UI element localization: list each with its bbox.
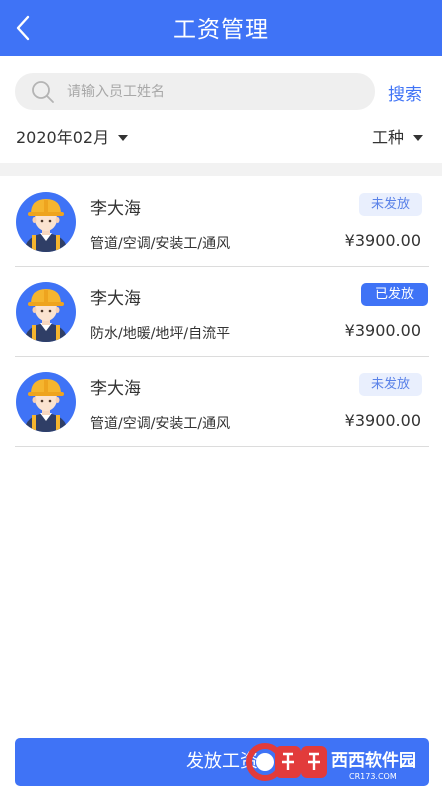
month-selector[interactable]: 2020年02月 [16,124,129,148]
trade-type-selector-label: 工种 [371,128,404,147]
status-badge: 已发放 [360,283,428,306]
worker-trades: 管道/空调/安装工/通风 [90,236,231,252]
pay-salary-button[interactable]: 发放工资 [15,738,429,786]
worker-row[interactable]: 李大海 防水/地暖/地坪/自流平 已发放 ¥3900.00 [15,267,429,357]
search-input[interactable] [67,73,357,110]
month-selector-label: 2020年02月 [16,128,110,147]
caret-down-icon [413,134,423,141]
salary-amount: ¥3900.00 [344,231,421,250]
worker-list: 李大海 管道/空调/安装工/通风 未发放 ¥3900.00 李大海 防水/地暖/… [15,177,429,447]
worker-avatar-icon [16,192,76,252]
worker-trades: 防水/地暖/地坪/自流平 [90,326,231,342]
status-badge: 未发放 [358,193,422,216]
status-badge: 未发放 [358,373,422,396]
top-app-bar: 工资管理 [0,0,442,56]
worker-trades: 管道/空调/安装工/通风 [90,416,231,432]
search-button[interactable]: 搜索 [388,80,422,105]
search-icon [32,81,54,103]
salary-amount: ¥3900.00 [344,321,421,340]
worker-avatar-icon [16,282,76,342]
worker-name: 李大海 [90,379,141,399]
salary-amount: ¥3900.00 [344,411,421,430]
worker-avatar-icon [16,372,76,432]
section-divider [0,163,442,176]
salary-management-page: 工资管理 搜索 2020年02月 工种 [0,0,442,794]
trade-type-selector[interactable]: 工种 [372,124,423,148]
worker-name: 李大海 [90,199,141,219]
search-bar [15,73,375,110]
caret-down-icon [118,134,129,141]
worker-row[interactable]: 李大海 管道/空调/安装工/通风 未发放 ¥3900.00 [15,357,429,447]
page-title: 工资管理 [173,17,269,43]
worker-name: 李大海 [90,289,141,309]
pay-salary-button-label: 发放工资 [186,751,258,772]
worker-row[interactable]: 李大海 管道/空调/安装工/通风 未发放 ¥3900.00 [15,177,429,267]
